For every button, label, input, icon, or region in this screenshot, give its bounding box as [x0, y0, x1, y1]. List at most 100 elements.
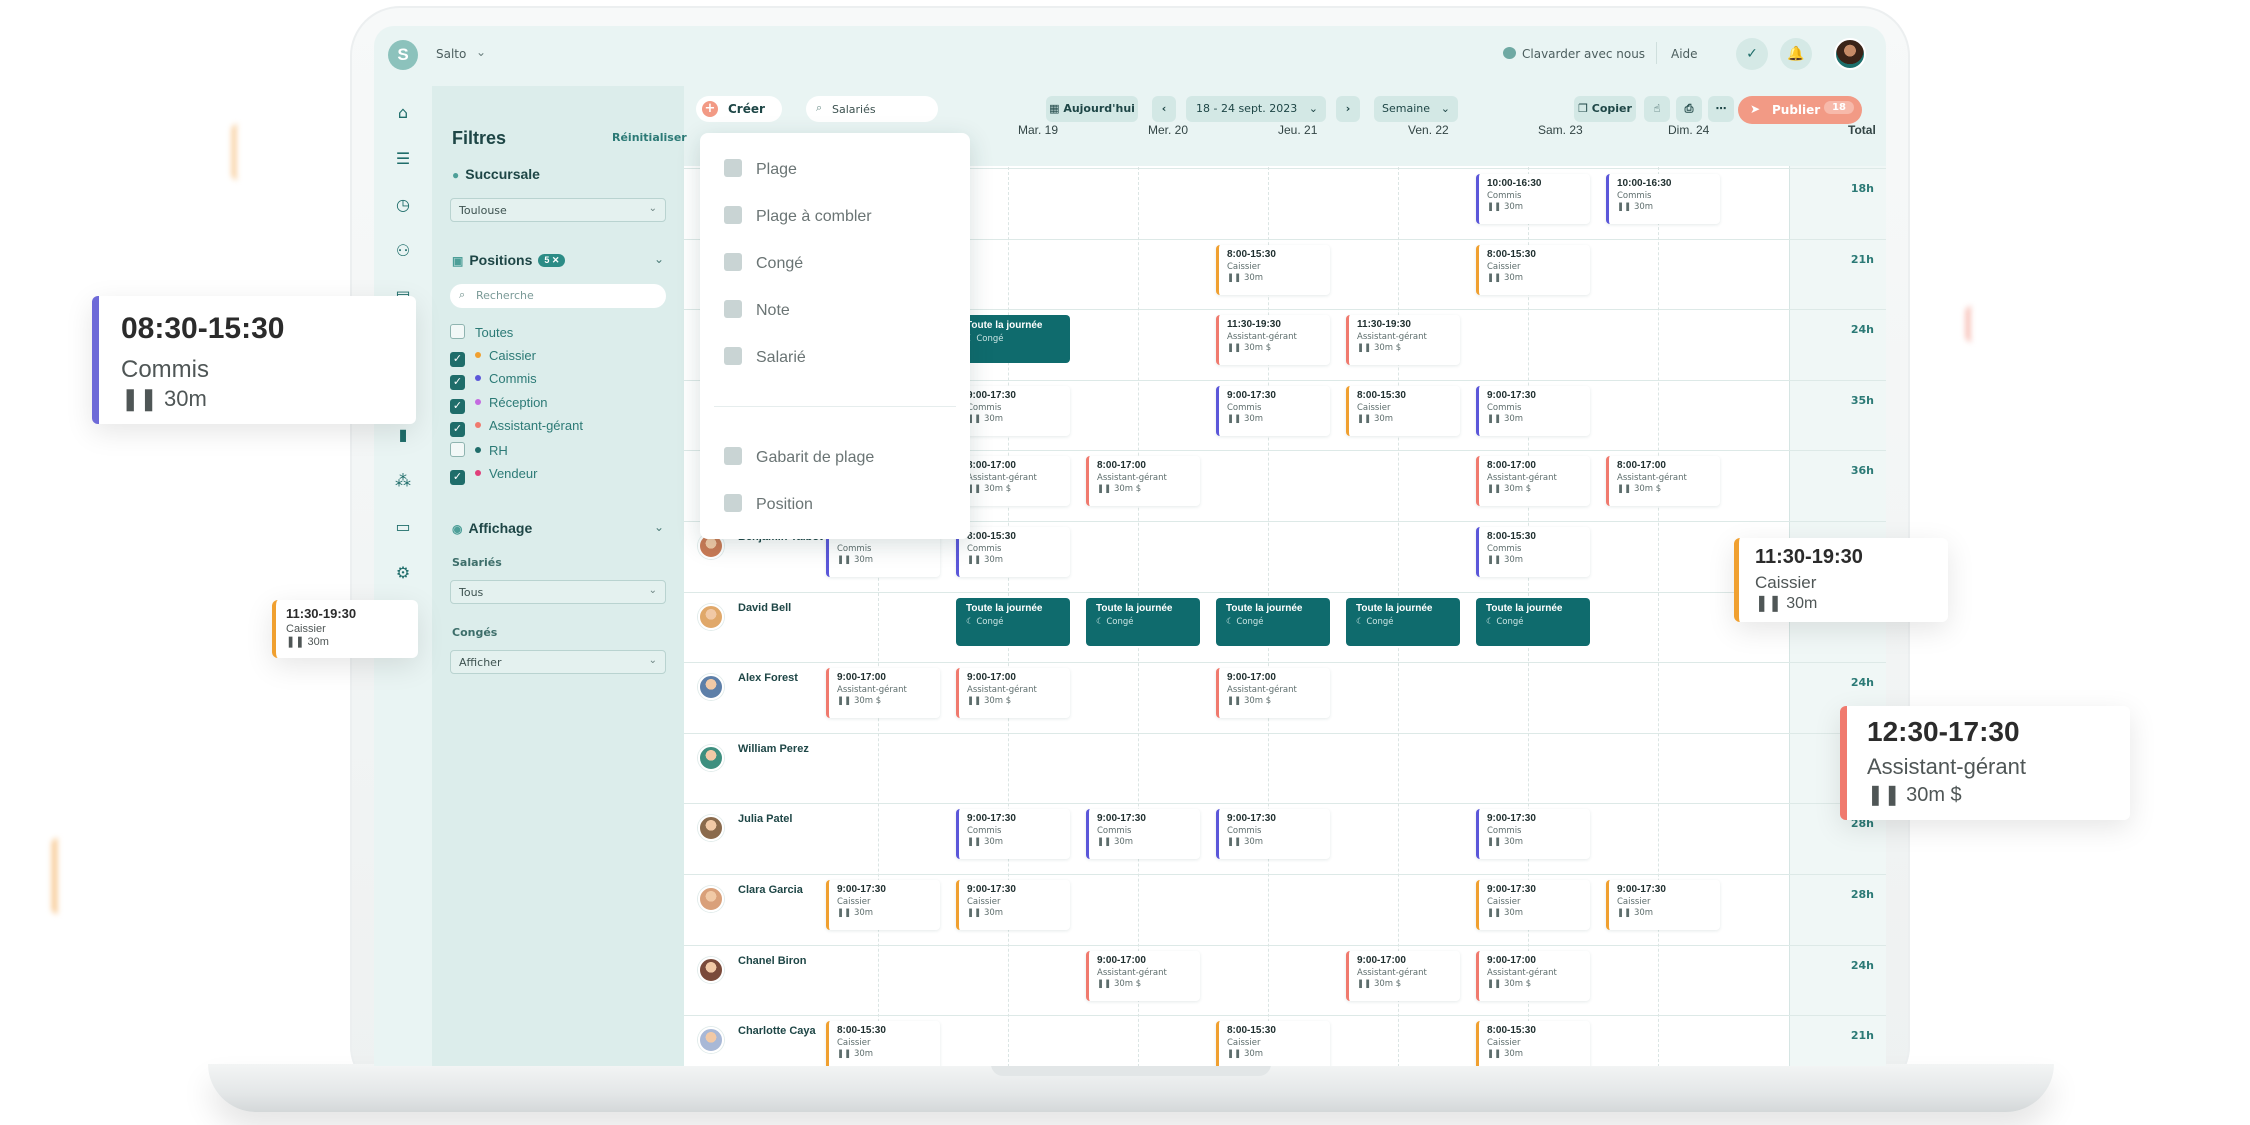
employees-search-input[interactable]: ⌕ Salariés: [806, 96, 938, 122]
create-button[interactable]: + Créer: [696, 96, 782, 122]
shift-card[interactable]: 8:00-17:00 Assistant-gérant ❚❚ 30m $: [1606, 456, 1720, 507]
shift-card[interactable]: 10:00-16:30 Commis ❚❚ 30m: [1606, 174, 1720, 224]
prev-week-button[interactable]: ‹: [1152, 96, 1176, 122]
create-menu-item[interactable]: Gabarit de plage: [724, 447, 874, 467]
publish-button[interactable]: ➤ Publier 18: [1738, 96, 1862, 124]
shift-card[interactable]: 8:00-15:30 Caissier ❚❚ 30m: [1476, 244, 1590, 295]
integrations-icon[interactable]: ⁂: [392, 470, 414, 492]
copy-button[interactable]: ❐ Copier: [1574, 96, 1636, 122]
position-filter-item[interactable]: ✓ Commis: [450, 371, 537, 391]
clock-icon[interactable]: ◷: [392, 194, 414, 216]
employees-select[interactable]: Tous ⌄: [450, 580, 666, 604]
shift-card[interactable]: 8:00-15:30 Caissier ❚❚ 30m: [1346, 385, 1460, 436]
chevron-down-icon[interactable]: ⌄: [654, 520, 664, 534]
shift-card[interactable]: 8:00-15:30 Caissier ❚❚ 30m: [1476, 1021, 1590, 1066]
card-icon[interactable]: ▭: [392, 516, 414, 538]
touch-icon[interactable]: ☝: [1644, 96, 1670, 122]
positions-count-badge[interactable]: 5 ✕: [538, 254, 566, 267]
shift-card[interactable]: 9:00-17:30 Commis ❚❚ 30m: [1216, 385, 1330, 436]
shift-card[interactable]: 9:00-17:00 Assistant-gérant ❚❚ 30m $: [1346, 950, 1460, 1001]
employee-name[interactable]: William Perez: [738, 743, 809, 755]
create-menu-item[interactable]: Note: [724, 300, 790, 320]
day-header[interactable]: Ven. 22: [1408, 123, 1449, 137]
shift-card[interactable]: 8:00-17:00 Assistant-gérant ❚❚ 30m $: [956, 456, 1070, 507]
shift-card[interactable]: 9:00-17:30 Commis ❚❚ 30m: [1216, 809, 1330, 860]
shift-card[interactable]: 9:00-17:30 Commis ❚❚ 30m: [1086, 809, 1200, 860]
employee-name[interactable]: Alex Forest: [738, 672, 798, 684]
avatar[interactable]: [698, 674, 724, 701]
shift-card[interactable]: 9:00-17:30 Caissier ❚❚ 30m: [956, 880, 1070, 930]
shift-card[interactable]: 8:00-15:30 Caissier ❚❚ 30m: [1216, 244, 1330, 295]
shift-card[interactable]: 8:00-15:30 Commis❚❚ 30m: [1476, 527, 1590, 577]
chevron-down-icon[interactable]: ⌄: [476, 45, 486, 59]
shift-card[interactable]: 9:00-17:30 Commis ❚❚ 30m: [956, 385, 1070, 436]
positions-search-input[interactable]: ⌕ Recherche: [450, 284, 666, 308]
shift-card[interactable]: 8:00-15:30 Caissier ❚❚ 30m: [826, 1021, 940, 1066]
shift-card[interactable]: 8:00-15:30 Caissier ❚❚ 30m: [1216, 1021, 1330, 1066]
shift-card[interactable]: 8:00-17:00 Assistant-gérant ❚❚ 30m $: [1476, 456, 1590, 507]
shift-card[interactable]: 11:30-19:30 Assistant-gérant ❚❚ 30m $: [1346, 315, 1460, 366]
shift-card[interactable]: 9:00-17:30 Commis ❚❚ 30m: [1476, 385, 1590, 436]
create-menu-item[interactable]: Plage à combler: [724, 206, 872, 226]
leave-card[interactable]: Toute la journée ☾ Congé: [1216, 597, 1330, 646]
shift-card[interactable]: 9:00-17:30 Caissier ❚❚ 30m: [1606, 880, 1720, 930]
today-button[interactable]: ▦ Aujourd'hui: [1046, 96, 1138, 122]
checkbox[interactable]: ✓: [450, 351, 465, 367]
day-header[interactable]: Sam. 23: [1538, 123, 1583, 137]
position-filter-item[interactable]: ✓ Vendeur: [450, 466, 537, 485]
view-select[interactable]: Semaine ⌄: [1374, 96, 1458, 122]
checkbox[interactable]: ✓: [450, 422, 465, 438]
leave-card[interactable]: Toute la journée ☾ Congé: [956, 597, 1070, 646]
leave-select[interactable]: Afficher ⌄: [450, 650, 666, 674]
shift-card[interactable]: 9:00-17:30 Commis ❚❚ 30m: [1476, 809, 1590, 860]
checkbox[interactable]: [450, 442, 465, 457]
checkmark-icon[interactable]: ✓: [1736, 38, 1768, 70]
avatar[interactable]: [698, 956, 724, 983]
avatar[interactable]: [1834, 38, 1866, 70]
position-filter-item[interactable]: ✓ Réception: [450, 395, 548, 414]
help-link[interactable]: Aide: [1671, 47, 1698, 61]
shift-card[interactable]: 9:00-17:00 Assistant-gérant ❚❚ 30m $: [956, 668, 1070, 719]
leave-card[interactable]: Toute la journée ☾ Congé: [1346, 597, 1460, 646]
chevron-down-icon[interactable]: ⌄: [654, 252, 664, 266]
position-filter-item[interactable]: ✓ Assistant-gérant: [450, 418, 583, 438]
day-header[interactable]: Dim. 24: [1668, 123, 1709, 137]
users-icon[interactable]: ⚇: [392, 240, 414, 262]
avatar[interactable]: [698, 744, 724, 771]
checkbox[interactable]: ✓: [450, 469, 465, 485]
shift-card[interactable]: 9:00-17:00 Assistant-gérant ❚❚ 30m $: [1476, 950, 1590, 1001]
leave-card[interactable]: Toute la journée ☾ Congé: [1086, 597, 1200, 646]
next-week-button[interactable]: ›: [1336, 96, 1360, 122]
avatar[interactable]: [698, 603, 724, 630]
shift-card[interactable]: 8:00-15:30 Commis❚❚ 30m: [956, 527, 1070, 577]
checkbox[interactable]: [450, 324, 465, 339]
create-menu-item[interactable]: Plage: [724, 159, 797, 179]
create-menu-item[interactable]: Salarié: [724, 347, 806, 367]
avatar[interactable]: [698, 1027, 724, 1054]
shift-card[interactable]: 8:00-17:00 Assistant-gérant ❚❚ 30m $: [1086, 456, 1200, 507]
chat-link[interactable]: Clavarder avec nous: [1522, 47, 1645, 61]
leave-card[interactable]: Toute la journée ☾ Congé: [1476, 597, 1590, 646]
employee-name[interactable]: Julia Patel: [738, 813, 792, 825]
reset-button[interactable]: Réinitialiser: [612, 131, 687, 144]
day-header[interactable]: Mer. 20: [1148, 123, 1188, 137]
date-range-select[interactable]: 18 - 24 sept. 2023 ⌄: [1186, 96, 1326, 122]
more-icon[interactable]: ⋯: [1708, 96, 1734, 122]
checkbox[interactable]: ✓: [450, 398, 465, 414]
shift-card[interactable]: 9:00-17:00 Assistant-gérant ❚❚ 30m $: [826, 668, 940, 719]
checkbox[interactable]: ✓: [450, 375, 465, 391]
bell-icon[interactable]: 🔔: [1780, 38, 1812, 70]
leave-card[interactable]: Toute la journée ☾ Congé: [956, 315, 1070, 364]
create-menu-item[interactable]: Congé: [724, 253, 803, 273]
shift-card[interactable]: 10:00-16:30 Commis ❚❚ 30m: [1476, 174, 1590, 224]
position-filter-item[interactable]: Toutes: [450, 324, 513, 342]
print-icon[interactable]: ⎙: [1676, 96, 1702, 122]
employee-name[interactable]: Charlotte Caya: [738, 1025, 816, 1037]
employee-name[interactable]: David Bell: [738, 602, 791, 614]
shift-card[interactable]: 9:00-17:00 Assistant-gérant ❚❚ 30m $: [1216, 668, 1330, 719]
gear-icon[interactable]: ⚙: [392, 562, 414, 584]
create-menu-item[interactable]: Position: [724, 494, 813, 514]
branch-select[interactable]: Toulouse ⌄: [450, 198, 666, 222]
reports-icon[interactable]: ▮: [392, 424, 414, 446]
shift-card[interactable]: 9:00-17:30 Caissier ❚❚ 30m: [826, 880, 940, 930]
